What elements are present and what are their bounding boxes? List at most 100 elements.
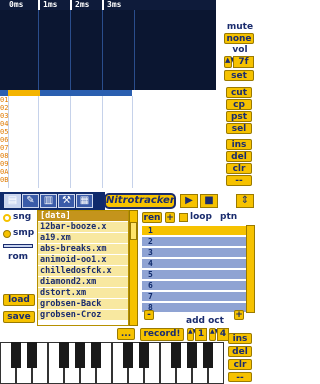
row-number: 0B — [0, 176, 9, 184]
sequence-item[interactable]: 6 — [142, 281, 246, 291]
mute-label: mute — [226, 22, 254, 32]
song-radio[interactable] — [3, 214, 11, 222]
paste-button[interactable]: pst — [226, 111, 252, 122]
file-item[interactable]: grobsen-Back — [38, 299, 128, 310]
rom-label: rom — [8, 252, 28, 262]
load-button[interactable]: load — [3, 294, 35, 306]
sequence-minus-button[interactable]: - — [144, 310, 154, 320]
column-label[interactable]: 1ms — [40, 0, 57, 10]
ptn-label: ptn — [220, 212, 238, 222]
vol-set-button[interactable]: set — [224, 70, 254, 81]
row-number: 06 — [0, 136, 9, 144]
rename-button[interactable]: ren — [142, 212, 162, 223]
song-info-button[interactable]: ⇕ — [236, 194, 254, 208]
column-line — [102, 10, 103, 90]
record-button[interactable]: record! — [140, 328, 184, 341]
file-item[interactable]: dstort.xm — [38, 288, 128, 299]
column-label[interactable]: 0ms — [6, 0, 23, 10]
black-key[interactable] — [75, 342, 85, 368]
tab-keyboard-icon[interactable]: ▦ — [76, 194, 93, 208]
grid-line — [70, 96, 71, 188]
row-number: 04 — [0, 120, 9, 128]
sequence-plus-button[interactable]: + — [234, 310, 244, 320]
sequence-item[interactable]: 8 — [142, 303, 246, 313]
file-list-scroll-thumb[interactable] — [130, 222, 137, 240]
bottom-clr-button[interactable]: clr — [228, 359, 252, 370]
pattern-cursor — [8, 90, 40, 96]
black-key[interactable] — [91, 342, 101, 368]
vol-stepper[interactable]: ▲▼ — [224, 56, 236, 68]
grid-line — [102, 96, 103, 188]
sequence-item[interactable]: 4 — [142, 259, 246, 269]
empty-note-button[interactable]: -- — [226, 175, 252, 186]
column-line — [38, 10, 39, 90]
black-key[interactable] — [27, 342, 37, 368]
column-label[interactable]: 2ms — [72, 0, 89, 10]
row-number: 09 — [0, 160, 9, 168]
grid-line — [38, 96, 39, 188]
insert-row-button[interactable]: ins — [226, 139, 252, 150]
select-button[interactable]: sel — [226, 123, 252, 134]
row-number: 03 — [0, 112, 9, 120]
stop-button[interactable]: ■ — [200, 194, 218, 208]
row-number: 07 — [0, 144, 9, 152]
sequence-item[interactable]: 1 — [142, 226, 246, 236]
column-line — [134, 10, 135, 90]
vol-label: vol — [232, 45, 248, 55]
song-label: sng — [13, 212, 32, 222]
black-key[interactable] — [59, 342, 69, 368]
row-number: 08 — [0, 152, 9, 160]
tab-wrench-icon[interactable]: ⚒ — [58, 194, 75, 208]
file-item[interactable]: diamond2.xm — [38, 277, 128, 288]
add-stepper[interactable]: ▲▼ — [187, 328, 197, 341]
bottom-empty-note-button[interactable]: -- — [228, 372, 252, 383]
tab-pencil-icon[interactable]: ✎ — [22, 194, 39, 208]
copy-button[interactable]: cp — [226, 99, 252, 110]
rom-toggle[interactable] — [3, 244, 33, 248]
file-item[interactable]: animoid-oo1.x — [38, 255, 128, 266]
cut-button[interactable]: cut — [226, 87, 252, 98]
clear-button[interactable]: clr — [226, 163, 252, 174]
file-item[interactable]: grobsen-Croz — [38, 310, 128, 321]
column-label[interactable]: 3ms — [104, 0, 121, 10]
sequence-item[interactable]: 3 — [142, 248, 246, 258]
add-value[interactable]: 1 — [195, 328, 207, 341]
tab-piano-icon[interactable]: ▥ — [40, 194, 57, 208]
black-key[interactable] — [139, 342, 149, 368]
black-key[interactable] — [203, 342, 213, 368]
file-item[interactable]: a19.xm — [38, 233, 128, 244]
delete-row-button[interactable]: del — [226, 151, 252, 162]
loop-checkbox[interactable] — [179, 213, 188, 222]
nitrotracker-logo: Nitrotracker — [104, 193, 176, 209]
bottom-del-button[interactable]: del — [228, 346, 252, 357]
tab-disk-icon[interactable]: ▤ — [4, 194, 21, 208]
file-item[interactable]: chilledosfck.x — [38, 266, 128, 277]
play-button[interactable]: ▶ — [180, 194, 198, 208]
pattern-past-rows — [0, 10, 216, 90]
black-key[interactable] — [171, 342, 181, 368]
file-item[interactable]: 12bar-booze.x — [38, 222, 128, 233]
bottom-ins-button[interactable]: ins — [228, 333, 252, 344]
black-key[interactable] — [123, 342, 133, 368]
row-number: 05 — [0, 128, 9, 136]
row-number: 02 — [0, 104, 9, 112]
loop-label: loop — [190, 212, 212, 222]
row-number: 01 — [0, 96, 9, 104]
browse-button[interactable]: ... — [117, 328, 135, 340]
add-sequence-button[interactable]: + — [165, 212, 175, 223]
grid-line — [8, 96, 9, 188]
save-button[interactable]: save — [3, 311, 35, 323]
sample-radio[interactable] — [3, 230, 11, 238]
sequence-scrollbar[interactable] — [246, 225, 255, 313]
sequence-item[interactable]: 2 — [142, 237, 246, 247]
pattern-grid[interactable] — [0, 90, 132, 186]
oct-stepper[interactable]: ▲▼ — [209, 328, 219, 341]
sequence-item[interactable]: 5 — [142, 270, 246, 280]
mute-none-button[interactable]: none — [224, 33, 254, 44]
vol-value[interactable]: 7f — [233, 56, 254, 68]
black-key[interactable] — [11, 342, 21, 368]
black-key[interactable] — [187, 342, 197, 368]
file-item[interactable]: [data] — [38, 211, 128, 222]
sequence-item[interactable]: 7 — [142, 292, 246, 302]
file-item[interactable]: abs-breaks.xm — [38, 244, 128, 255]
